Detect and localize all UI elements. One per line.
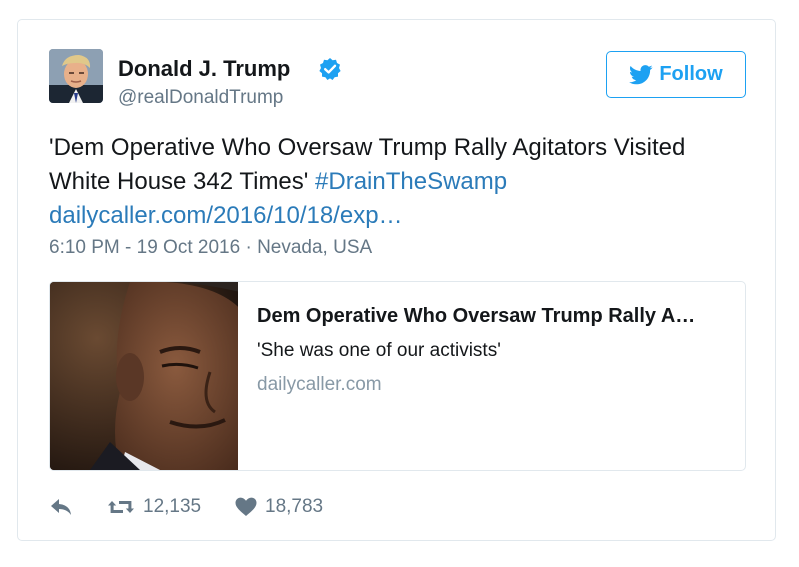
verified-badge-icon (318, 57, 342, 81)
follow-label: Follow (659, 63, 723, 85)
retweet-count: 12,135 (143, 496, 202, 517)
bird-icon (629, 64, 653, 84)
like-count: 18,783 (265, 496, 324, 517)
reply-button[interactable] (49, 492, 73, 522)
hashtag-link[interactable]: #DrainTheSwamp (315, 168, 507, 195)
card-description: 'She was one of our activists' (257, 340, 501, 361)
retweet-icon (108, 501, 134, 513)
location[interactable]: Nevada, USA (257, 237, 372, 258)
tweet-meta: 6:10 PM - 19 Oct 2016 · Nevada, USA (49, 236, 372, 260)
heart-icon (235, 497, 257, 516)
card-thumbnail (50, 282, 238, 470)
tweet-text: 'Dem Operative Who Oversaw Trump Rally A… (49, 131, 749, 233)
avatar-image (49, 49, 103, 103)
like-button[interactable]: 18,783 (235, 492, 323, 522)
tweet-actions: 12,135 18,783 (49, 492, 449, 522)
retweet-button[interactable]: 12,135 (107, 492, 201, 522)
article-link[interactable]: dailycaller.com/2016/10/18/exp… (49, 202, 403, 229)
meta-separator: · (245, 237, 252, 258)
author-name[interactable]: Donald J. Trump (118, 56, 290, 82)
timestamp[interactable]: 6:10 PM - 19 Oct 2016 (49, 237, 240, 258)
card-title[interactable]: Dem Operative Who Oversaw Trump Rally A… (257, 303, 732, 329)
author-handle[interactable]: @realDonaldTrump (118, 86, 283, 110)
follow-button[interactable]: Follow (606, 51, 746, 98)
link-preview-card[interactable]: Dem Operative Who Oversaw Trump Rally A…… (49, 281, 746, 471)
avatar[interactable] (49, 49, 103, 103)
reply-icon (51, 499, 71, 515)
card-domain: dailycaller.com (257, 374, 382, 395)
tweet-card: Donald J. Trump @realDonaldTrump Follow … (17, 19, 776, 541)
